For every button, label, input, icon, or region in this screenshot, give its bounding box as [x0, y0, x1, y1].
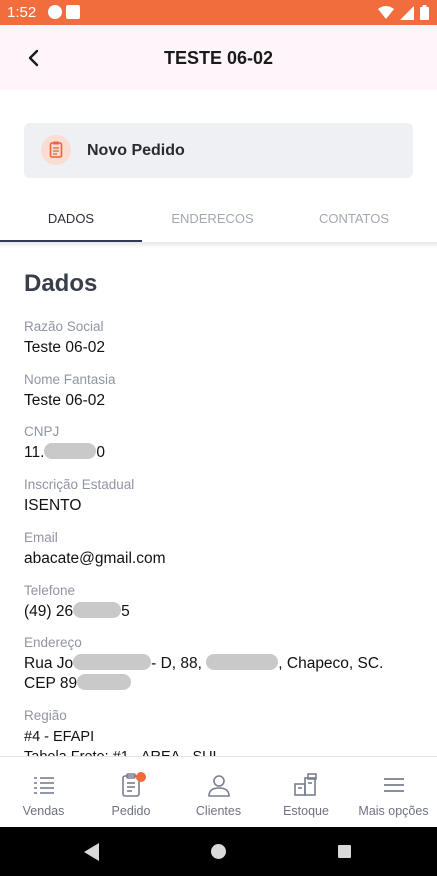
field-cnpj: CNPJ 11. 0	[24, 424, 419, 463]
sd-card-icon	[66, 5, 80, 19]
nav-pedido[interactable]: Pedido	[87, 757, 175, 828]
field-nome-fantasia: Nome Fantasia Teste 06-02	[24, 372, 419, 411]
nav-label: Mais opções	[358, 804, 429, 818]
field-email: Email abacate@gmail.com	[24, 530, 419, 569]
dados-content[interactable]: Dados Razão Social Teste 06-02 Nome Fant…	[0, 248, 437, 756]
telefone-prefix: (49) 26	[24, 603, 74, 620]
field-label: Inscrição Estadual	[24, 477, 135, 492]
field-label: Razão Social	[24, 319, 104, 334]
boxes-icon	[294, 773, 317, 796]
field-razao-social: Razão Social Teste 06-02	[24, 319, 419, 358]
field-inscricao-estadual: Inscrição Estadual ISENTO	[24, 477, 419, 516]
system-back-icon[interactable]	[84, 843, 100, 861]
system-nav-bar	[0, 827, 437, 876]
field-value-extra: Tabela Frete: #1 - AREA - SUL	[24, 747, 419, 756]
system-recents-icon[interactable]	[338, 845, 351, 858]
field-value: Teste 06-02	[24, 339, 105, 356]
tab-bar: DADOS ENDERECOS CONTATOS	[0, 198, 437, 242]
wifi-icon	[378, 5, 394, 19]
section-title: Dados	[24, 270, 98, 297]
nav-label: Estoque	[283, 804, 329, 818]
clipboard-icon	[41, 135, 71, 165]
status-bar: 1:52	[0, 0, 437, 25]
signal-icon	[400, 5, 414, 20]
endereco-part2: - D, 88,	[151, 655, 207, 672]
field-regiao: Região #4 - EFAPI Tabela Frete: #1 - ARE…	[24, 708, 419, 756]
redacted-block	[77, 674, 132, 690]
battery-icon	[420, 5, 429, 20]
field-telefone: Telefone (49) 26 5	[24, 583, 419, 622]
field-value: #4 - EFAPI	[24, 729, 95, 745]
field-label: Email	[24, 530, 58, 545]
novo-pedido-button[interactable]: Novo Pedido	[24, 123, 413, 178]
redacted-block	[73, 602, 122, 618]
field-endereco: Endereço Rua Jo - D, 88, , Chapeco, SC. C…	[24, 635, 419, 694]
tab-enderecos[interactable]: ENDERECOS	[142, 198, 283, 242]
field-value: ISENTO	[24, 497, 82, 514]
cep-prefix: CEP 89	[24, 675, 78, 692]
nav-label: Pedido	[111, 804, 151, 818]
endereco-part1: Rua Jo	[24, 655, 74, 672]
nav-label: Vendas	[22, 804, 65, 818]
redacted-block	[44, 443, 97, 459]
field-label: Endereço	[24, 635, 82, 650]
system-home-icon[interactable]	[211, 844, 226, 859]
menu-icon	[383, 778, 404, 792]
app-header: TESTE 06-02	[0, 25, 437, 90]
field-label: Telefone	[24, 583, 76, 598]
nav-clientes[interactable]: Clientes	[175, 757, 262, 828]
status-time: 1:52	[7, 4, 37, 21]
endereco-part3: , Chapeco, SC.	[278, 655, 384, 672]
nav-estoque[interactable]: Estoque	[262, 757, 350, 828]
notification-icon	[48, 5, 62, 19]
field-label: Nome Fantasia	[24, 372, 116, 387]
field-value: abacate@gmail.com	[24, 550, 166, 567]
nav-label: Clientes	[195, 804, 242, 818]
nav-vendas[interactable]: Vendas	[0, 757, 87, 828]
redacted-block	[73, 654, 152, 670]
user-icon	[207, 775, 230, 797]
nav-mais-opcoes[interactable]: Mais opções	[350, 757, 437, 828]
bottom-nav: Vendas Pedido Clientes Estoque Mais opçõ…	[0, 756, 437, 827]
notification-badge	[136, 772, 146, 782]
cnpj-prefix: 11.	[24, 444, 45, 461]
field-label: CNPJ	[24, 424, 60, 439]
telefone-suffix: 5	[121, 603, 130, 620]
list-icon	[33, 777, 54, 794]
page-title: TESTE 06-02	[163, 48, 274, 68]
redacted-block	[206, 654, 279, 670]
tab-dados[interactable]: DADOS	[0, 198, 142, 242]
field-value: Teste 06-02	[24, 392, 105, 409]
cnpj-suffix: 0	[96, 444, 106, 461]
novo-pedido-label: Novo Pedido	[87, 142, 185, 159]
tab-contatos[interactable]: CONTATOS	[283, 198, 425, 242]
field-label: Região	[24, 708, 67, 723]
